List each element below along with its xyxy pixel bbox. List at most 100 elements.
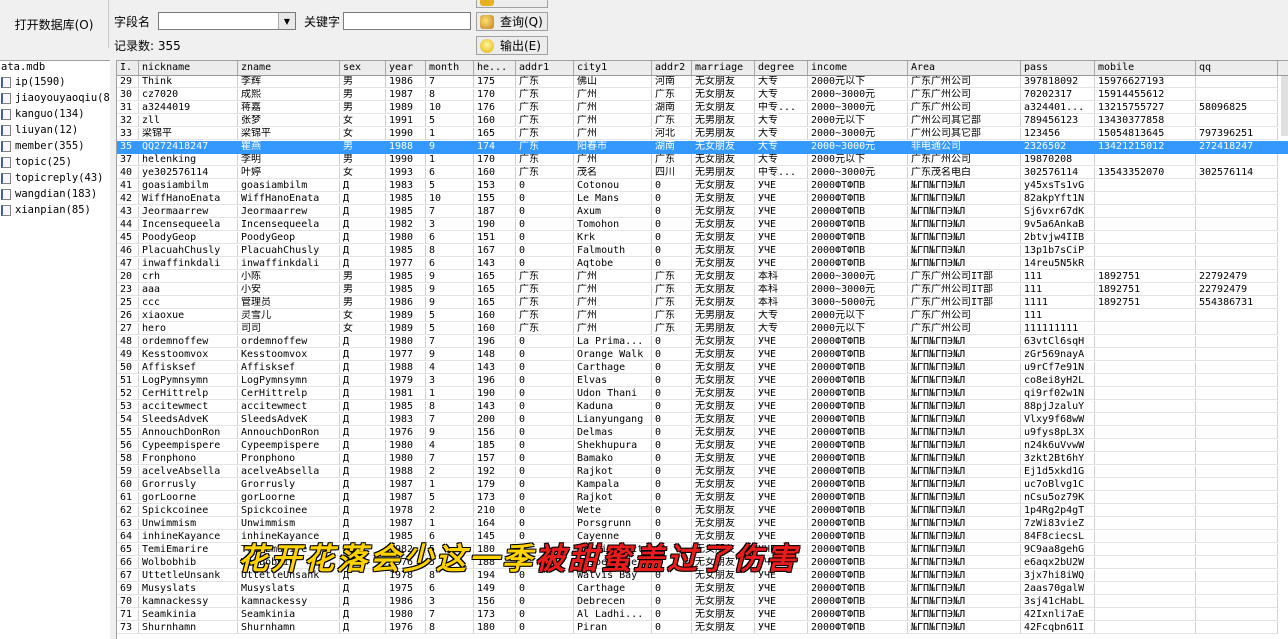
table-cell[interactable]: 9C9aa8gehG	[1021, 544, 1095, 556]
table-row[interactable]: 55 AnnouchDonRon AnnouchDonRon Д 1976 9 156 0 De…	[117, 427, 1288, 440]
table-cell[interactable]: Wolbobhib	[238, 557, 340, 569]
table-cell[interactable]: 无男朋友	[692, 167, 755, 179]
table-cell[interactable]: 无女朋友	[692, 284, 755, 296]
table-cell[interactable]: 2000ФТФПВ	[808, 388, 908, 400]
table-cell[interactable]: Tomohon	[574, 219, 652, 231]
table-cell[interactable]: 9	[426, 297, 474, 309]
table-cell[interactable]: УЧЁ	[755, 544, 808, 556]
table-cell[interactable]: 0	[516, 388, 574, 400]
table-cell[interactable]: Le Mans	[574, 193, 652, 205]
table-cell[interactable]: UttetleUnsank	[139, 570, 238, 582]
table-row[interactable]: 52 CerHittrelp CerHittrelp Д 1981 1 190 0 Udon T…	[117, 388, 1288, 401]
table-cell[interactable]: 0	[652, 518, 692, 530]
table-cell[interactable]: 广州公司其它部	[908, 128, 1021, 140]
table-cell[interactable]	[1196, 232, 1278, 244]
table-cell[interactable]: 1980	[386, 453, 426, 465]
table-cell[interactable]: ordemnoffew	[238, 336, 340, 348]
table-cell[interactable]: 173	[474, 609, 516, 621]
table-cell[interactable]: 2000ФТФПВ	[808, 440, 908, 452]
table-cell[interactable]	[1095, 219, 1196, 231]
table-row[interactable]: 48 ordemnoffew ordemnoffew Д 1980 7 196 0 La Pri…	[117, 336, 1288, 349]
table-cell[interactable]: Д	[340, 557, 386, 569]
table-cell[interactable]: №ГП№ГПЭ№Л	[908, 414, 1021, 426]
table-cell[interactable]: №ГП№ГПЭ№Л	[908, 336, 1021, 348]
table-cell[interactable]: 1990	[386, 128, 426, 140]
table-row[interactable]: 66 Wolbobhib Wolbobhib Д 1976 5 188 0 Hesperange…	[117, 557, 1288, 570]
table-cell[interactable]: 无女朋友	[692, 258, 755, 270]
table-cell[interactable]	[1196, 492, 1278, 504]
table-cell[interactable]: 2000~3000元	[808, 102, 908, 114]
table-cell[interactable]: 4	[426, 440, 474, 452]
table-cell[interactable]: gorLoorne	[139, 492, 238, 504]
table-cell[interactable]: 大专	[755, 89, 808, 101]
table-cell[interactable]: 无女朋友	[692, 570, 755, 582]
table-cell[interactable]: 44	[117, 219, 139, 231]
table-cell[interactable]: 33	[117, 128, 139, 140]
table-cell[interactable]: 160	[474, 323, 516, 335]
table-cell[interactable]: №ГП№ГПЭ№Л	[908, 453, 1021, 465]
table-row[interactable]: 60 Grorrusly Grorrusly Д 1987 1 179 0 Kampala 0 无女…	[117, 479, 1288, 492]
tree-item[interactable]: ip(1590)	[0, 74, 110, 90]
table-cell[interactable]: 2000ФТФПВ	[808, 531, 908, 543]
table-cell[interactable]: 0	[652, 414, 692, 426]
table-cell[interactable]: accitewmect	[139, 401, 238, 413]
table-cell[interactable]	[1095, 154, 1196, 166]
table-cell[interactable]	[1196, 115, 1278, 127]
chevron-down-icon[interactable]: ▼	[278, 13, 295, 29]
table-cell[interactable]: 157	[474, 453, 516, 465]
table-cell[interactable]: 1986	[386, 596, 426, 608]
table-cell[interactable]: УЧЁ	[755, 349, 808, 361]
table-cell[interactable]: 67	[117, 570, 139, 582]
table-cell[interactable]: 广东茂名电白	[908, 167, 1021, 179]
table-cell[interactable]: 无女朋友	[692, 440, 755, 452]
table-cell[interactable]	[1095, 362, 1196, 374]
table-cell[interactable]: 10	[426, 102, 474, 114]
table-cell[interactable]: 2000~3000元	[808, 128, 908, 140]
table-cell[interactable]: 165	[474, 128, 516, 140]
table-cell[interactable]: Bamako	[574, 453, 652, 465]
table-cell[interactable]: Shurnhamn	[238, 622, 340, 634]
table-cell[interactable]: 1985	[386, 206, 426, 218]
table-cell[interactable]: 广东	[652, 284, 692, 296]
table-cell[interactable]: 22792479	[1196, 271, 1278, 283]
table-cell[interactable]: 广东广州公司	[908, 323, 1021, 335]
table-cell[interactable]: 1987	[386, 518, 426, 530]
table-cell[interactable]: Д	[340, 570, 386, 582]
table-cell[interactable]: 0	[652, 245, 692, 257]
table-cell[interactable]	[1095, 557, 1196, 569]
table-cell[interactable]: №ГП№ГПЭ№Л	[908, 258, 1021, 270]
table-cell[interactable]: 15914455612	[1095, 89, 1196, 101]
column-header[interactable]: qq	[1196, 61, 1278, 75]
table-cell[interactable]: №ГП№ГПЭ№Л	[908, 232, 1021, 244]
table-cell[interactable]: УЧЁ	[755, 193, 808, 205]
table-cell[interactable]: 151	[474, 232, 516, 244]
table-cell[interactable]	[1196, 375, 1278, 387]
column-header[interactable]: marriage	[692, 61, 755, 75]
table-cell[interactable]: 无女朋友	[692, 102, 755, 114]
table-cell[interactable]: WiffHanoEnata	[139, 193, 238, 205]
table-cell[interactable]: zGr569nayA	[1021, 349, 1095, 361]
table-cell[interactable]: 小安	[238, 284, 340, 296]
table-cell[interactable]: 1986	[386, 76, 426, 88]
table-cell[interactable]: 15054813645	[1095, 128, 1196, 140]
table-cell[interactable]	[1196, 89, 1278, 101]
table-cell[interactable]: УЧЁ	[755, 414, 808, 426]
table-cell[interactable]: 0	[652, 206, 692, 218]
keyword-input[interactable]	[343, 12, 471, 30]
table-cell[interactable]: 82akpYft1N	[1021, 193, 1095, 205]
table-cell[interactable]: 1977	[386, 258, 426, 270]
column-header[interactable]: I.	[117, 61, 139, 75]
table-cell[interactable]: LogPymnsymn	[139, 375, 238, 387]
table-cell[interactable]: Д	[340, 232, 386, 244]
table-cell[interactable]: 180	[474, 622, 516, 634]
table-cell[interactable]: 1983	[386, 180, 426, 192]
table-cell[interactable]: cz7020	[139, 89, 238, 101]
table-cell[interactable]: 无女朋友	[692, 531, 755, 543]
table-cell[interactable]: 25	[117, 297, 139, 309]
column-header[interactable]: zname	[238, 61, 340, 75]
table-cell[interactable]: 0	[652, 492, 692, 504]
table-cell[interactable]: 广东广州公司IT部	[908, 284, 1021, 296]
table-cell[interactable]: n24k6uVvwW	[1021, 440, 1095, 452]
table-cell[interactable]: goasiambilm	[238, 180, 340, 192]
table-cell[interactable]: 无男朋友	[692, 310, 755, 322]
